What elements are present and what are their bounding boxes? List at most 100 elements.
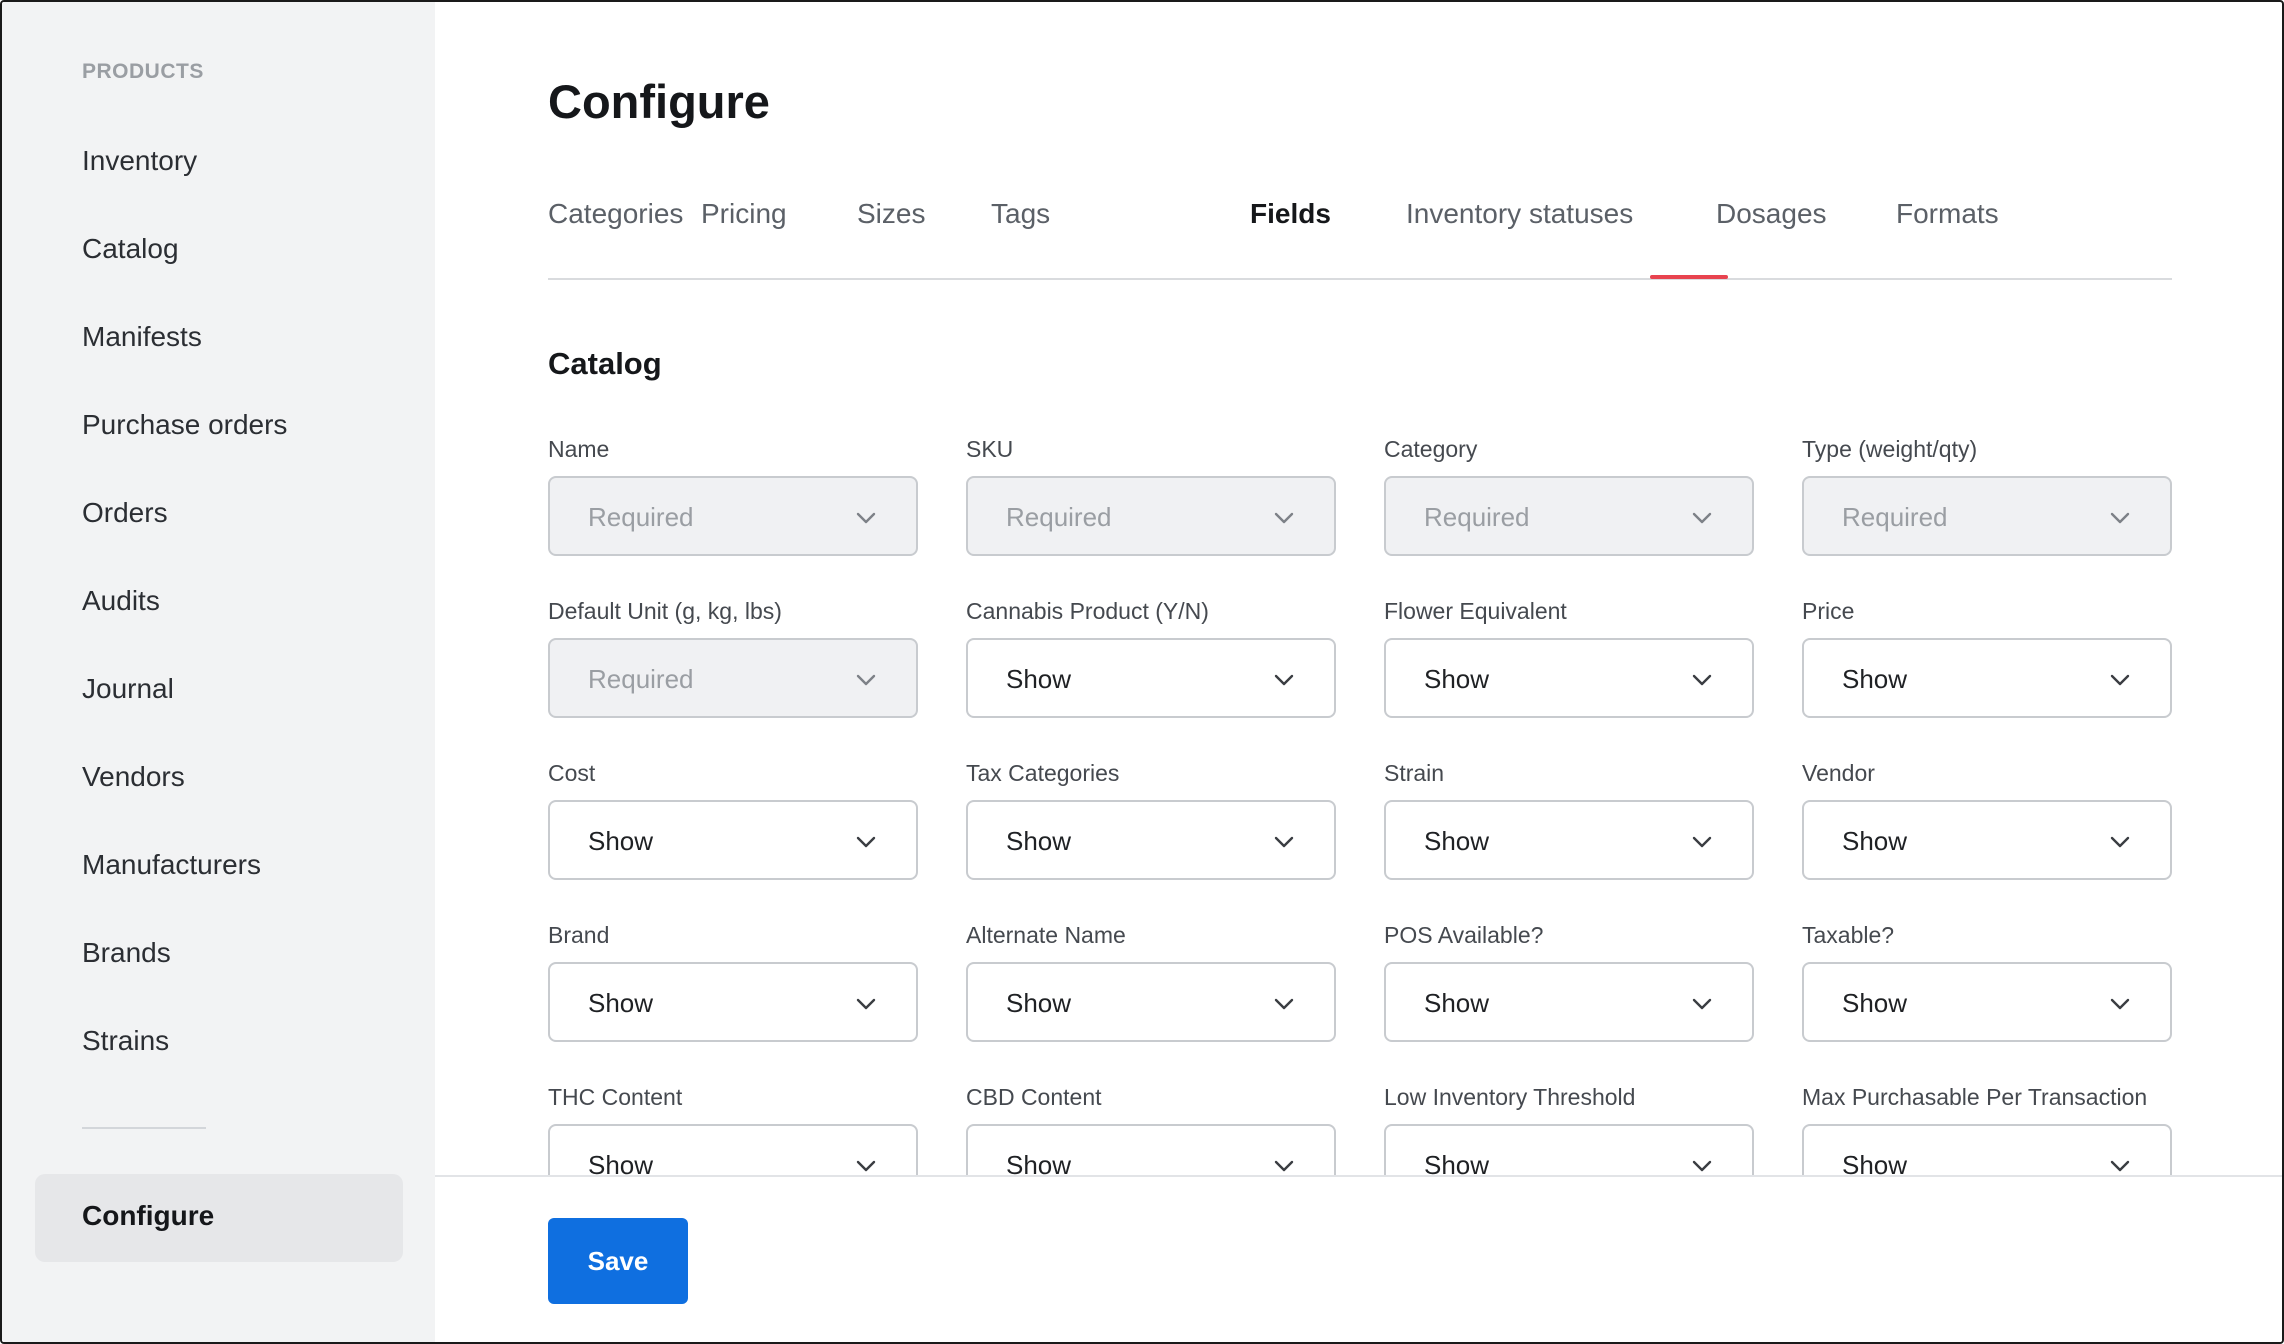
- sidebar-divider: [82, 1127, 206, 1129]
- field-select-value: Show: [1424, 664, 1490, 694]
- sidebar-item-orders[interactable]: Orders: [82, 497, 168, 529]
- main-content: Configure Categories Pricing Sizes Tags …: [435, 2, 2282, 1342]
- field-select-taxable[interactable]: Show: [1802, 962, 2172, 1042]
- sidebar-item-manufacturers[interactable]: Manufacturers: [82, 849, 261, 881]
- tab-formats[interactable]: Formats: [1896, 198, 1999, 230]
- field-label-max-purchasable-per-transaction: Max Purchasable Per Transaction: [1802, 1084, 2148, 1110]
- chevron-down-icon: [1692, 836, 1712, 848]
- chevron-down-icon: [1274, 512, 1294, 524]
- field-select-value: Show: [1424, 826, 1490, 856]
- chevron-down-icon: [2110, 674, 2130, 686]
- field-label-tax-categories: Tax Categories: [966, 760, 1120, 786]
- field-select-brand[interactable]: Show: [548, 962, 918, 1042]
- field-select-cannabis-product-y-n[interactable]: Show: [966, 638, 1336, 718]
- sidebar-item-catalog[interactable]: Catalog: [82, 233, 179, 265]
- field-select-type-weight-qty: Required: [1802, 476, 2172, 556]
- sidebar-heading: PRODUCTS: [82, 60, 204, 83]
- field-select-sku: Required: [966, 476, 1336, 556]
- field-label-flower-equivalent: Flower Equivalent: [1384, 598, 1567, 624]
- sidebar-item-brands[interactable]: Brands: [82, 937, 171, 969]
- chevron-down-icon: [2110, 512, 2130, 524]
- field-label-type-weight-qty: Type (weight/qty): [1802, 436, 1978, 462]
- chevron-down-icon: [856, 674, 876, 686]
- tab-sizes[interactable]: Sizes: [857, 198, 925, 230]
- field-label-taxable: Taxable?: [1802, 922, 1895, 948]
- field-label-low-inventory-threshold: Low Inventory Threshold: [1384, 1084, 1636, 1110]
- footer-bar: Save: [435, 1175, 2282, 1342]
- chevron-down-icon: [1692, 674, 1712, 686]
- save-button[interactable]: Save: [548, 1218, 688, 1304]
- tab-tags[interactable]: Tags: [991, 198, 1050, 230]
- sidebar-item-configure[interactable]: Configure: [35, 1174, 403, 1262]
- field-select-category: Required: [1384, 476, 1754, 556]
- chevron-down-icon: [1274, 836, 1294, 848]
- chevron-down-icon: [2110, 836, 2130, 848]
- field-select-cost[interactable]: Show: [548, 800, 918, 880]
- field-select-value: Show: [1842, 988, 1908, 1018]
- field-select-value: Show: [588, 826, 654, 856]
- chevron-down-icon: [856, 512, 876, 524]
- field-select-default-unit-g-kg-lbs: Required: [548, 638, 918, 718]
- field-select-pos-available[interactable]: Show: [1384, 962, 1754, 1042]
- field-select-value: Show: [1006, 988, 1072, 1018]
- field-select-value: Required: [588, 502, 694, 532]
- chevron-down-icon: [856, 836, 876, 848]
- tab-categories[interactable]: Categories: [548, 198, 683, 230]
- chevron-down-icon: [2110, 998, 2130, 1010]
- field-select-value: Required: [1006, 502, 1112, 532]
- field-select-value: Show: [1842, 664, 1908, 694]
- field-label-brand: Brand: [548, 922, 610, 948]
- field-select-name: Required: [548, 476, 918, 556]
- field-label-strain: Strain: [1384, 760, 1445, 786]
- tab-inventory-statuses[interactable]: Inventory statuses: [1406, 198, 1633, 230]
- sidebar-item-vendors[interactable]: Vendors: [82, 761, 185, 793]
- chevron-down-icon: [1692, 512, 1712, 524]
- chevron-down-icon: [856, 998, 876, 1010]
- chevron-down-icon: [1692, 998, 1712, 1010]
- chevron-down-icon: [1274, 674, 1294, 686]
- sidebar-item-strains[interactable]: Strains: [82, 1025, 169, 1057]
- field-select-alternate-name[interactable]: Show: [966, 962, 1336, 1042]
- sidebar-item-purchase-orders[interactable]: Purchase orders: [82, 409, 287, 441]
- field-select-vendor[interactable]: Show: [1802, 800, 2172, 880]
- field-label-cost: Cost: [548, 760, 596, 786]
- field-select-price[interactable]: Show: [1802, 638, 2172, 718]
- tab-dosages[interactable]: Dosages: [1716, 198, 1827, 230]
- field-label-cbd-content: CBD Content: [966, 1084, 1102, 1110]
- sidebar-item-journal[interactable]: Journal: [82, 673, 174, 705]
- field-select-value: Required: [1842, 502, 1948, 532]
- field-label-pos-available: POS Available?: [1384, 922, 1544, 948]
- app-window: PRODUCTS Inventory Catalog Manifests Pur…: [0, 0, 2284, 1344]
- tab-bar: Categories Pricing Sizes Tags Fields Inv…: [548, 198, 2172, 280]
- sidebar-item-audits[interactable]: Audits: [82, 585, 160, 617]
- field-label-cannabis-product-y-n: Cannabis Product (Y/N): [966, 598, 1209, 624]
- field-label-vendor: Vendor: [1802, 760, 1875, 786]
- field-label-category: Category: [1384, 436, 1478, 462]
- sidebar-item-manifests[interactable]: Manifests: [82, 321, 202, 353]
- field-select-flower-equivalent[interactable]: Show: [1384, 638, 1754, 718]
- field-select-strain[interactable]: Show: [1384, 800, 1754, 880]
- page-title: Configure: [548, 75, 770, 128]
- field-label-price: Price: [1802, 598, 1855, 624]
- field-select-value: Required: [1424, 502, 1530, 532]
- field-label-alternate-name: Alternate Name: [966, 922, 1126, 948]
- field-select-value: Show: [1006, 664, 1072, 694]
- field-label-thc-content: THC Content: [548, 1084, 683, 1110]
- field-select-tax-categories[interactable]: Show: [966, 800, 1336, 880]
- chevron-down-icon: [1274, 998, 1294, 1010]
- sidebar-item-inventory[interactable]: Inventory: [82, 145, 197, 177]
- tab-pricing[interactable]: Pricing: [701, 198, 787, 230]
- active-tab-indicator: [1650, 275, 1728, 279]
- field-label-sku: SKU: [966, 436, 1014, 462]
- field-select-value: Show: [1424, 988, 1490, 1018]
- tab-fields[interactable]: Fields: [1250, 198, 1331, 230]
- field-select-value: Show: [1842, 826, 1908, 856]
- section-title: Catalog: [548, 346, 662, 381]
- sidebar-item-configure-label: Configure: [82, 1200, 215, 1231]
- field-label-default-unit-g-kg-lbs: Default Unit (g, kg, lbs): [548, 598, 782, 624]
- sidebar: PRODUCTS Inventory Catalog Manifests Pur…: [2, 2, 435, 1342]
- field-label-name: Name: [548, 436, 610, 462]
- field-select-value: Show: [1006, 826, 1072, 856]
- field-select-value: Required: [588, 664, 694, 694]
- field-select-value: Show: [588, 988, 654, 1018]
